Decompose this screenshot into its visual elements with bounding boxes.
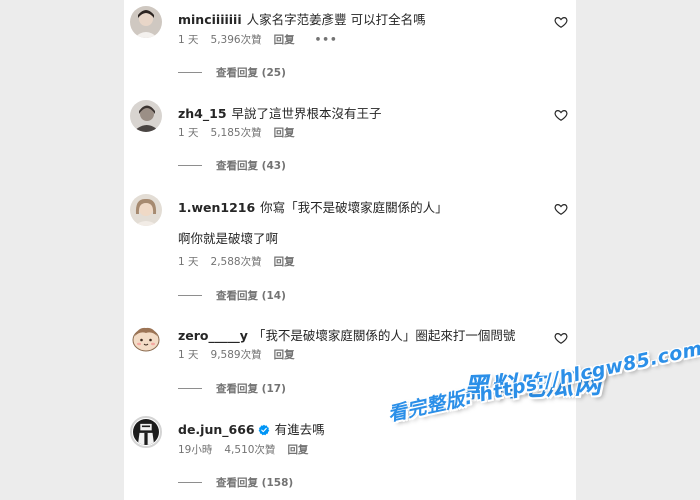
comment-header: zero_____y 「我不是破壞家庭關係的人」圈起來打一個問號 [178,328,515,344]
comment-header: 1.wen1216 你寫「我不是破壞家庭關係的人」 [178,200,448,216]
comment-meta: 19小時 4,510次贊 回复 [178,443,320,457]
comment-meta: 1 天 9,589次贊 回复 [178,348,307,362]
comment-text: 「我不是破壞家庭關係的人」圈起來打一個問號 [252,328,516,343]
view-replies-button[interactable]: 查看回复 (158) [178,476,293,490]
comment-header: de.jun_666 有進去嗎 [178,422,325,438]
avatar[interactable] [130,6,162,38]
replies-divider [178,388,202,389]
replies-divider [178,295,202,296]
comment-text-continued: 啊你就是破壞了啊 [178,231,279,246]
view-replies-button[interactable]: 查看回复 (25) [178,66,286,80]
reply-button[interactable]: 回复 [274,256,295,268]
view-replies-label: 查看回复 (17) [216,383,286,395]
reply-button[interactable]: 回复 [287,444,308,456]
view-replies-button[interactable]: 查看回复 (17) [178,382,286,396]
like-count[interactable]: 4,510次贊 [224,444,275,456]
like-count[interactable]: 9,589次贊 [211,349,262,361]
comment-text: 人家名字范姜彥豐 可以打全名嗎 [246,12,426,27]
comment-meta: 1 天 2,588次贊 回复 [178,255,307,269]
reply-button[interactable]: 回复 [274,349,295,361]
username[interactable]: zh4_15 [178,106,227,121]
username[interactable]: zero_____y [178,328,248,343]
comment-text: 有進去嗎 [274,422,325,437]
heart-outline-icon[interactable] [554,202,568,216]
comment-text: 你寫「我不是破壞家庭關係的人」 [260,200,448,215]
timestamp[interactable]: 1 天 [178,34,199,46]
more-options-button[interactable]: ••• [315,34,338,46]
comment-header: minciiiiiii 人家名字范姜彥豐 可以打全名嗎 [178,12,426,28]
username[interactable]: minciiiiiii [178,12,242,27]
replies-divider [178,72,202,73]
like-count[interactable]: 2,588次贊 [211,256,262,268]
comment-text: 早說了這世界根本沒有王子 [231,106,382,121]
comment-meta: 1 天 5,185次贊 回复 [178,126,307,140]
avatar[interactable] [130,416,162,448]
timestamp[interactable]: 19小時 [178,444,212,456]
heart-outline-icon[interactable] [554,108,568,122]
view-replies-button[interactable]: 查看回复 (14) [178,289,286,303]
reply-button[interactable]: 回复 [274,127,295,139]
avatar[interactable] [130,194,162,226]
username[interactable]: 1.wen1216 [178,200,255,215]
like-count[interactable]: 5,396次贊 [211,34,262,46]
avatar[interactable] [130,100,162,132]
view-replies-label: 查看回复 (158) [216,477,294,489]
username[interactable]: de.jun_666 [178,422,255,437]
replies-divider [178,482,202,483]
timestamp[interactable]: 1 天 [178,256,199,268]
comment-header: zh4_15 早說了這世界根本沒有王子 [178,106,382,122]
view-replies-label: 查看回复 (14) [216,290,286,302]
like-count[interactable]: 5,185次贊 [211,127,262,139]
heart-outline-icon[interactable] [554,15,568,29]
view-replies-button[interactable]: 查看回复 (43) [178,159,286,173]
replies-divider [178,165,202,166]
comment-meta: 1 天 5,396次贊 回复 ••• [178,33,350,47]
view-replies-label: 查看回复 (43) [216,160,286,172]
timestamp[interactable]: 1 天 [178,349,199,361]
reply-button[interactable]: 回复 [274,34,295,46]
verified-badge-icon [258,424,269,436]
view-replies-label: 查看回复 (25) [216,67,286,79]
timestamp[interactable]: 1 天 [178,127,199,139]
heart-outline-icon[interactable] [554,331,568,345]
avatar[interactable] [130,322,162,354]
